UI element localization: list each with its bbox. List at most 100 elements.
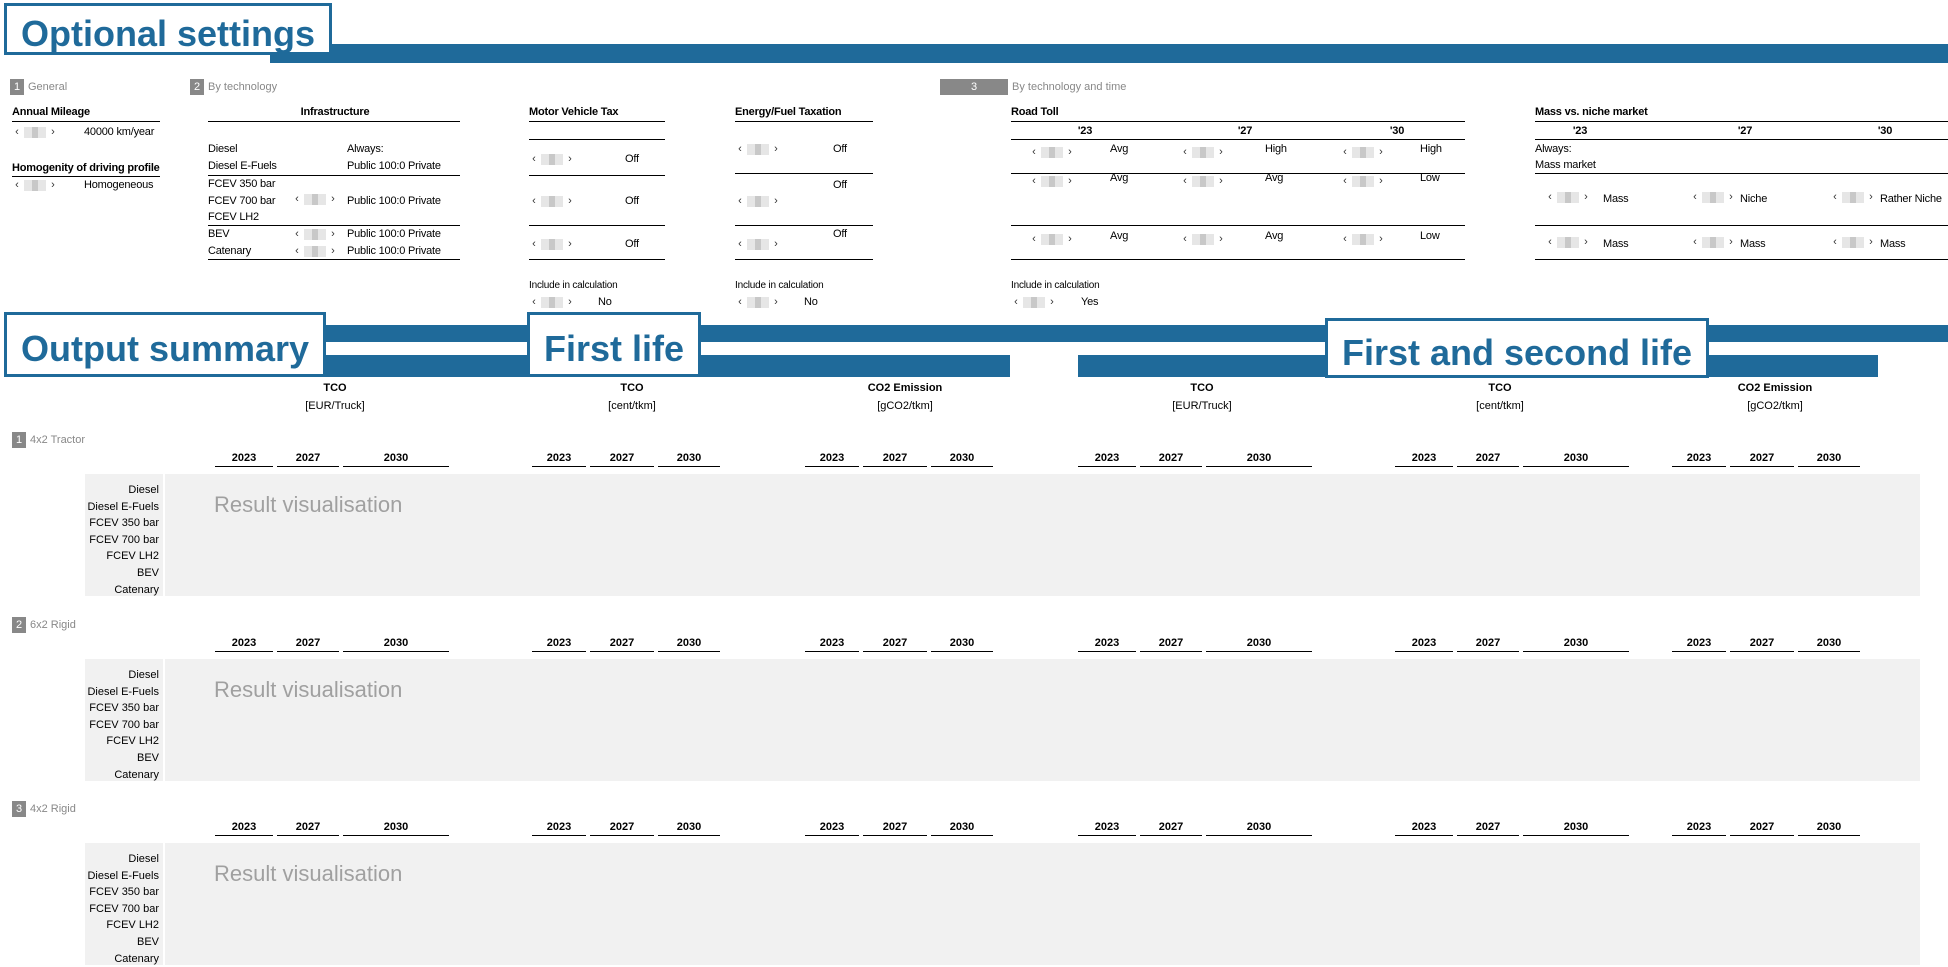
slider-track[interactable] xyxy=(304,245,326,257)
chevron-left-icon[interactable]: ‹ xyxy=(12,126,22,138)
slider-track[interactable] xyxy=(747,143,769,155)
mvt-include-stepper[interactable]: ‹ › xyxy=(529,296,575,308)
result-visualisation-area[interactable] xyxy=(165,659,1920,781)
result-visualisation-area[interactable] xyxy=(165,843,1920,965)
chevron-right-icon[interactable]: › xyxy=(1581,236,1591,248)
road-toll-stepper[interactable]: ‹ › xyxy=(1029,175,1075,187)
slider-track[interactable] xyxy=(1557,236,1579,248)
chevron-right-icon[interactable]: › xyxy=(1065,233,1075,245)
chevron-left-icon[interactable]: ‹ xyxy=(1340,175,1350,187)
chevron-right-icon[interactable]: › xyxy=(1216,175,1226,187)
chevron-left-icon[interactable]: ‹ xyxy=(1340,233,1350,245)
chevron-right-icon[interactable]: › xyxy=(1726,236,1736,248)
slider-track[interactable] xyxy=(747,296,769,308)
slider-track[interactable] xyxy=(747,195,769,207)
slider-track[interactable] xyxy=(747,238,769,250)
chevron-left-icon[interactable]: ‹ xyxy=(1690,236,1700,248)
slider-track[interactable] xyxy=(1702,191,1724,203)
chevron-left-icon[interactable]: ‹ xyxy=(292,228,302,240)
slider-track[interactable] xyxy=(1041,175,1063,187)
chevron-left-icon[interactable]: ‹ xyxy=(529,195,539,207)
chevron-left-icon[interactable]: ‹ xyxy=(735,143,745,155)
mvt-stepper[interactable]: ‹ › xyxy=(529,153,575,165)
road-toll-include-stepper[interactable]: ‹ › xyxy=(1011,296,1057,308)
slider-track[interactable] xyxy=(1192,233,1214,245)
slider-track[interactable] xyxy=(304,228,326,240)
slider-track[interactable] xyxy=(541,195,563,207)
road-toll-stepper[interactable]: ‹ › xyxy=(1340,233,1386,245)
chevron-right-icon[interactable]: › xyxy=(328,193,338,205)
road-toll-stepper[interactable]: ‹ › xyxy=(1180,175,1226,187)
slider-track[interactable] xyxy=(1842,236,1864,248)
chevron-left-icon[interactable]: ‹ xyxy=(1180,175,1190,187)
chevron-right-icon[interactable]: › xyxy=(328,228,338,240)
chevron-right-icon[interactable]: › xyxy=(1065,175,1075,187)
road-toll-stepper[interactable]: ‹ › xyxy=(1180,146,1226,158)
energy-tax-stepper[interactable]: ‹ › xyxy=(735,143,781,155)
mass-niche-stepper[interactable]: ‹ › xyxy=(1830,236,1876,248)
homogenity-stepper[interactable]: ‹ › xyxy=(12,179,58,191)
road-toll-stepper[interactable]: ‹ › xyxy=(1340,146,1386,158)
chevron-left-icon[interactable]: ‹ xyxy=(1011,296,1021,308)
slider-track[interactable] xyxy=(1041,146,1063,158)
slider-track[interactable] xyxy=(541,238,563,250)
chevron-right-icon[interactable]: › xyxy=(1216,146,1226,158)
slider-track[interactable] xyxy=(541,153,563,165)
infra-bev-stepper[interactable]: ‹ › xyxy=(292,228,338,240)
chevron-right-icon[interactable]: › xyxy=(1065,146,1075,158)
chevron-right-icon[interactable]: › xyxy=(328,245,338,257)
chevron-left-icon[interactable]: ‹ xyxy=(1340,146,1350,158)
chevron-left-icon[interactable]: ‹ xyxy=(735,296,745,308)
chevron-right-icon[interactable]: › xyxy=(1581,191,1591,203)
chevron-right-icon[interactable]: › xyxy=(565,238,575,250)
annual-mileage-stepper[interactable]: ‹ › xyxy=(12,126,58,138)
slider-track[interactable] xyxy=(1557,191,1579,203)
chevron-left-icon[interactable]: ‹ xyxy=(1830,191,1840,203)
slider-track[interactable] xyxy=(304,193,326,205)
slider-track[interactable] xyxy=(1041,233,1063,245)
chevron-left-icon[interactable]: ‹ xyxy=(1690,191,1700,203)
slider-track[interactable] xyxy=(1352,146,1374,158)
road-toll-stepper[interactable]: ‹ › xyxy=(1340,175,1386,187)
result-visualisation-area[interactable] xyxy=(165,474,1920,596)
energy-tax-stepper[interactable]: ‹ › xyxy=(735,238,781,250)
energy-tax-stepper[interactable]: ‹ › xyxy=(735,195,781,207)
chevron-left-icon[interactable]: ‹ xyxy=(292,245,302,257)
mvt-stepper[interactable]: ‹ › xyxy=(529,238,575,250)
road-toll-stepper[interactable]: ‹ › xyxy=(1180,233,1226,245)
chevron-right-icon[interactable]: › xyxy=(48,126,58,138)
chevron-left-icon[interactable]: ‹ xyxy=(1830,236,1840,248)
mass-niche-stepper[interactable]: ‹ › xyxy=(1690,191,1736,203)
mass-niche-stepper[interactable]: ‹ › xyxy=(1830,191,1876,203)
chevron-left-icon[interactable]: ‹ xyxy=(529,296,539,308)
chevron-left-icon[interactable]: ‹ xyxy=(529,153,539,165)
road-toll-stepper[interactable]: ‹ › xyxy=(1029,146,1075,158)
infra-fcev-stepper[interactable]: ‹ › xyxy=(292,193,338,205)
mass-niche-stepper[interactable]: ‹ › xyxy=(1545,236,1591,248)
slider-track[interactable] xyxy=(1352,233,1374,245)
chevron-left-icon[interactable]: ‹ xyxy=(1180,233,1190,245)
chevron-left-icon[interactable]: ‹ xyxy=(529,238,539,250)
mass-niche-stepper[interactable]: ‹ › xyxy=(1545,191,1591,203)
chevron-left-icon[interactable]: ‹ xyxy=(1029,146,1039,158)
mvt-stepper[interactable]: ‹ › xyxy=(529,195,575,207)
chevron-right-icon[interactable]: › xyxy=(771,238,781,250)
slider-track[interactable] xyxy=(1192,146,1214,158)
chevron-right-icon[interactable]: › xyxy=(565,153,575,165)
slider-track[interactable] xyxy=(1702,236,1724,248)
slider-track[interactable] xyxy=(1842,191,1864,203)
chevron-left-icon[interactable]: ‹ xyxy=(1029,175,1039,187)
chevron-left-icon[interactable]: ‹ xyxy=(1180,146,1190,158)
infra-catenary-stepper[interactable]: ‹ › xyxy=(292,245,338,257)
chevron-right-icon[interactable]: › xyxy=(1376,233,1386,245)
slider-track[interactable] xyxy=(24,126,46,138)
chevron-left-icon[interactable]: ‹ xyxy=(1545,236,1555,248)
chevron-left-icon[interactable]: ‹ xyxy=(1545,191,1555,203)
energy-tax-include-stepper[interactable]: ‹ › xyxy=(735,296,781,308)
chevron-right-icon[interactable]: › xyxy=(48,179,58,191)
road-toll-stepper[interactable]: ‹ › xyxy=(1029,233,1075,245)
chevron-right-icon[interactable]: › xyxy=(771,195,781,207)
slider-track[interactable] xyxy=(1352,175,1374,187)
chevron-right-icon[interactable]: › xyxy=(1866,191,1876,203)
slider-track[interactable] xyxy=(24,179,46,191)
